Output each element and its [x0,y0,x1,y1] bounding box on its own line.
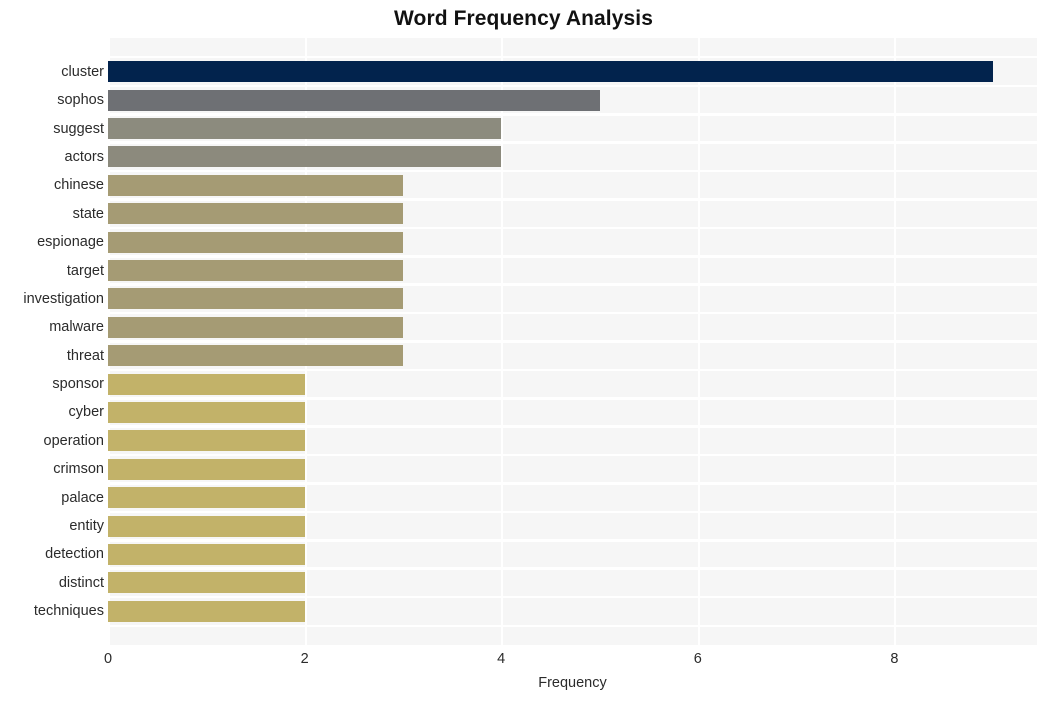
x-axis-label: Frequency [538,675,607,691]
row-separator [108,226,1037,229]
row-separator [108,453,1037,456]
chart-title: Word Frequency Analysis [393,7,654,30]
bar [108,89,600,111]
row-separator [108,595,1037,598]
y-tick-label: cluster [61,63,104,80]
row-separator [108,425,1037,428]
row-separator [108,624,1037,627]
y-tick-label: chinese [54,177,104,194]
y-tick-label: actors [64,148,105,165]
x-tick-label: 6 [693,651,702,667]
bar [108,345,403,367]
bar [108,146,502,168]
row-separator [108,198,1037,201]
row-separator [108,169,1037,172]
bar [108,430,305,452]
y-tick-label: investigation [23,290,104,307]
row-separator [108,396,1037,399]
bar [108,572,305,594]
y-tick-label: entity [69,518,104,535]
y-tick-label: malware [49,319,104,336]
row-separator [108,255,1037,258]
row-separator [108,340,1037,343]
y-tick-label: threat [66,347,104,364]
y-tick-label: cyber [68,404,104,421]
row-separator [108,84,1037,87]
bar [108,543,305,565]
row-separator [108,567,1037,570]
y-tick-label: detection [45,546,104,563]
y-tick-label: crimson [53,461,104,478]
y-tick-label: sponsor [52,376,104,393]
y-tick-label: target [66,262,104,279]
row-separator [108,56,1037,59]
word-frequency-chart: Word Frequency Analysis cluster sophos sug… [0,0,1047,701]
y-tick-label: palace [61,489,104,506]
bar [108,203,403,225]
row-separator [108,283,1037,286]
bar [108,174,403,196]
row-separator [108,311,1037,314]
x-tick-label: 8 [890,651,899,667]
x-tick-label: 4 [497,651,506,667]
y-axis-tick-labels: cluster sophos suggest actors chinese state es… [0,38,104,645]
bar [108,600,305,622]
bar [108,231,403,253]
bar [108,373,305,395]
row-separator [108,482,1037,485]
bar [108,401,305,423]
bar [108,288,403,310]
y-tick-label: techniques [33,603,104,620]
bar [108,118,502,140]
row-separator [108,510,1037,513]
bar [108,260,403,282]
bar [108,458,305,480]
y-tick-label: operation [43,432,104,449]
row-separator [108,538,1037,541]
x-tick-label: 2 [300,651,309,667]
bar [108,515,305,537]
y-tick-label: distinct [58,574,104,591]
y-tick-label: espionage [37,234,104,251]
y-tick-label: state [72,205,104,222]
row-separator [108,368,1037,371]
y-tick-label: sophos [57,92,104,109]
y-tick-label: suggest [53,120,104,137]
bar [108,61,993,83]
bar [108,487,305,509]
row-separator [108,141,1037,144]
x-axis-tick-labels: 0 2 4 6 8 [0,650,1047,672]
x-tick-label: 0 [103,651,113,667]
bar [108,316,403,338]
plot-area [108,38,1037,645]
row-separator [108,113,1037,116]
